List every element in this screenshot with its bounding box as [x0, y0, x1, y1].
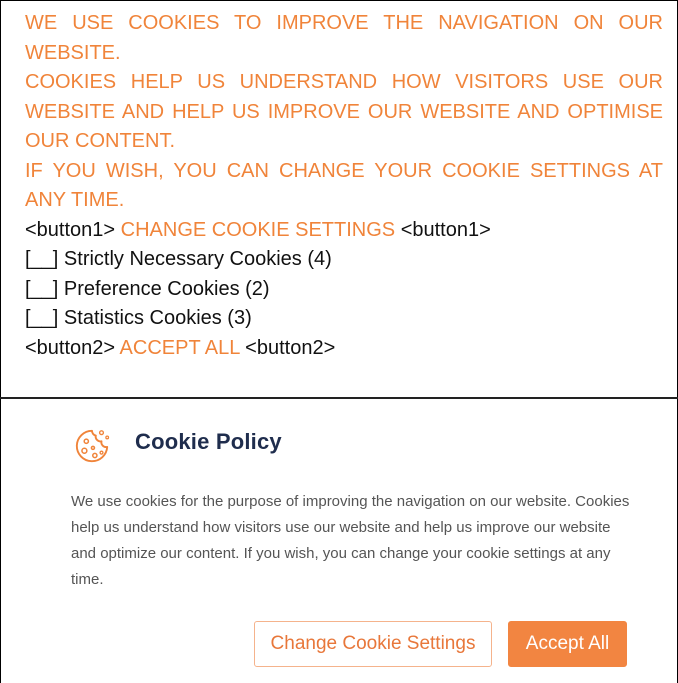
checkbox-label: Statistics Cookies (3) [63, 307, 252, 329]
cookie-icon [75, 429, 110, 463]
change-cookie-settings-button[interactable]: Change Cookie Settings [254, 621, 492, 667]
spec-checkbox-preference[interactable]: [__] Preference Cookies (2) [25, 275, 663, 305]
dialog-description: We use cookies for the purpose of improv… [71, 493, 630, 588]
checkbox-label: Strictly Necessary Cookies (4) [63, 248, 332, 270]
spec-accept-all-label[interactable]: ACCEPT ALL [120, 337, 240, 359]
screenshot-frame: WE USE COOKIES TO IMPROVE THE NAVIGATION… [0, 0, 678, 683]
spec-checkbox-statistics[interactable]: [__] Statistics Cookies (3) [25, 304, 663, 334]
button1-tag-open: <button1> [25, 218, 116, 241]
checkbox-mark[interactable]: [__] [25, 307, 58, 329]
accept-all-button[interactable]: Accept All [508, 621, 627, 667]
cookie-policy-dialog: Cookie Policy We use cookies for the pur… [0, 399, 678, 683]
dialog-title: Cookie Policy [135, 429, 282, 454]
button1-tag-close: <button1> [400, 218, 491, 241]
checkbox-mark[interactable]: [__] [25, 278, 58, 300]
button2-tag-close: <button2> [245, 336, 336, 359]
checkbox-mark[interactable]: [__] [25, 248, 58, 270]
button2-tag-open: <button2> [25, 336, 116, 359]
cookie-spec-text: WE USE COOKIES TO IMPROVE THE NAVIGATION… [0, 0, 678, 398]
spec-paragraph-3: IF YOU WISH, YOU CAN CHANGE YOUR COOKIE … [25, 159, 663, 212]
spec-button1-line: <button1> CHANGE COOKIE SETTINGS <button… [25, 216, 663, 246]
spec-paragraph-1: WE USE COOKIES TO IMPROVE THE NAVIGATION… [25, 12, 663, 64]
checkbox-label: Preference Cookies (2) [63, 277, 270, 300]
spec-checkbox-strictly-necessary[interactable]: [__] Strictly Necessary Cookies (4) [25, 245, 663, 275]
spec-button2-line: <button2> ACCEPT ALL <button2> [25, 334, 663, 364]
spec-paragraph-2: COOKIES HELP US UNDERSTAND HOW VISITORS … [25, 71, 663, 152]
spec-change-settings-label[interactable]: CHANGE COOKIE SETTINGS [121, 219, 395, 241]
